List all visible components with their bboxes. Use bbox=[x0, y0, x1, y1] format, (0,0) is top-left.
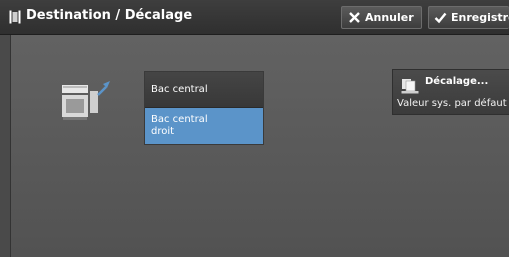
output-tray-icon bbox=[9, 10, 21, 24]
option-bac-central[interactable]: Bac central bbox=[145, 72, 263, 108]
offset-value: Valeur sys. par défaut bbox=[397, 98, 507, 109]
cancel-button-label: Annuler bbox=[365, 11, 414, 24]
option-bac-central-label: Bac central bbox=[151, 83, 208, 95]
page-title: Destination / Décalage bbox=[26, 8, 193, 23]
save-button-label: Enregistrer bbox=[451, 11, 509, 24]
option-bac-central-droit[interactable]: Bac central droit bbox=[145, 108, 263, 144]
printer-device-icon bbox=[62, 81, 110, 120]
cancel-button[interactable]: Annuler bbox=[341, 6, 422, 29]
save-button[interactable]: Enregistrer bbox=[428, 6, 509, 29]
main-panel: Bac central Bac central droit Décalage..… bbox=[10, 35, 509, 257]
x-icon bbox=[349, 12, 360, 23]
offset-button[interactable]: Décalage... Valeur sys. par défaut bbox=[392, 69, 509, 115]
title-bar: Destination / Décalage Annuler Enregistr… bbox=[0, 0, 509, 35]
checkmark-icon bbox=[434, 12, 447, 24]
output-tray-options: Bac central Bac central droit bbox=[144, 71, 264, 145]
offset-label: Décalage... bbox=[425, 76, 489, 87]
option-bac-central-droit-label: Bac central droit bbox=[151, 114, 208, 137]
offset-stack-icon bbox=[401, 79, 419, 94]
